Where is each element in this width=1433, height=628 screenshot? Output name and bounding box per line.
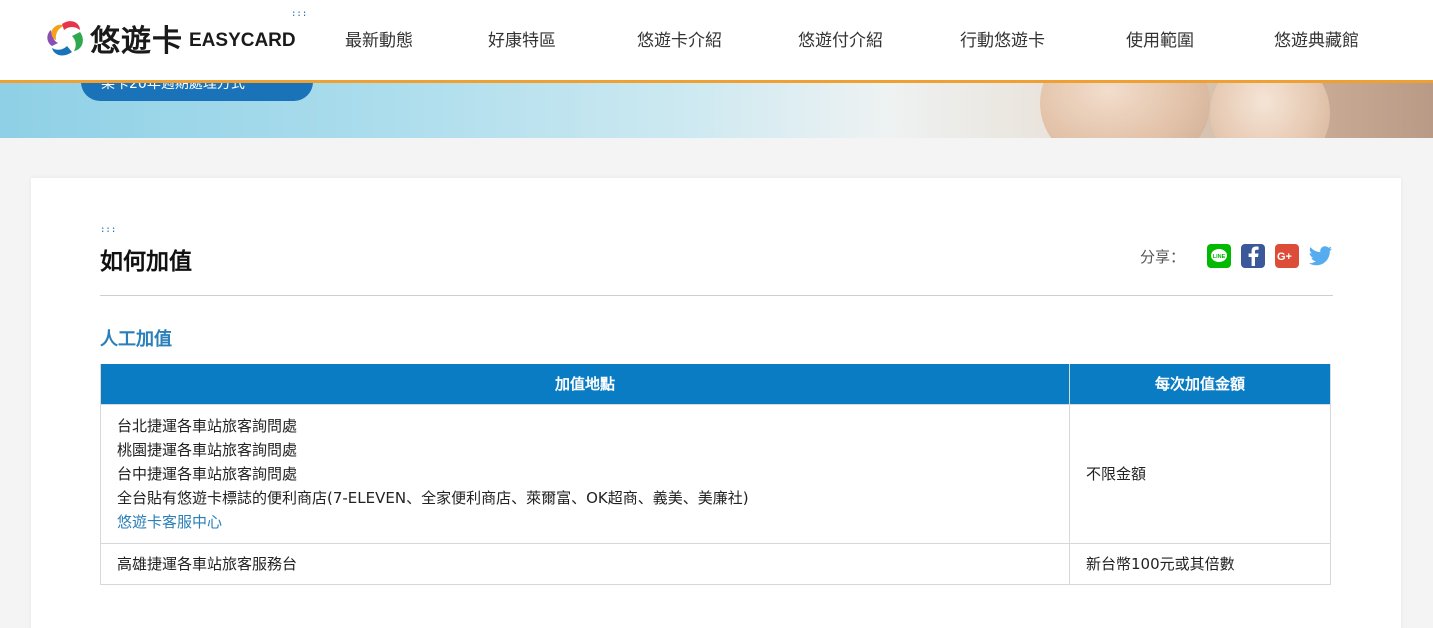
topup-table: 加值地點 每次加值金額 台北捷運各車站旅客詢問處 桃園捷運各車站旅客詢問處 台中… [100,364,1331,585]
table-cell-amount: 不限金額 [1069,403,1331,544]
nav-item-collection[interactable]: 悠遊典藏館 [1274,26,1359,51]
share-bar: 分享： LINE G+ [1140,244,1333,268]
table-row: 高雄捷運各車站旅客服務台 新台幣100元或其倍數 [100,542,1331,585]
nav-item-mobile-card[interactable]: 行動悠遊卡 [960,26,1045,51]
nav-item-news[interactable]: 最新動態 [345,26,413,51]
twitter-icon[interactable] [1309,244,1333,268]
section-title: 人工加值 [100,329,172,350]
table-cell-amount: 新台幣100元或其倍數 [1069,542,1331,585]
svg-text:G+: G+ [1277,251,1292,263]
nav-item-offers[interactable]: 好康特區 [488,26,556,51]
hero-banner: 某卡20年週期處理方式 [0,83,1433,138]
line-icon[interactable]: LINE [1207,244,1231,268]
accesskey-marker[interactable]: ::: [291,10,307,19]
hero-hand-image [1210,83,1330,138]
location-text: 全台貼有悠遊卡標誌的便利商店(7-ELEVEN、全家便利商店、萊爾富、OK超商、… [117,488,749,507]
location-text: 桃園捷運各車站旅客詢問處 [117,440,298,459]
main-nav: 最新動態 好康特區 悠遊卡介紹 悠遊付介紹 行動悠遊卡 使用範圍 悠遊典藏館 [0,26,1433,51]
hero-cta-button[interactable]: 某卡20年週期處理方式 [81,83,313,101]
svg-text:LINE: LINE [1213,254,1226,260]
page-title: 如何加值 [100,249,192,275]
title-divider [100,295,1333,296]
nav-item-usage-scope[interactable]: 使用範圍 [1126,26,1194,51]
table-header-row: 加值地點 每次加值金額 [100,364,1331,405]
table-cell-locations: 台北捷運各車站旅客詢問處 桃園捷運各車站旅客詢問處 台中捷運各車站旅客詢問處 全… [100,403,1070,544]
location-text: 台北捷運各車站旅客詢問處 [117,416,298,435]
customer-service-link[interactable]: 悠遊卡客服中心 [117,510,1053,534]
table-cell-locations: 高雄捷運各車站旅客服務台 [100,542,1070,585]
accesskey-marker[interactable]: ::: [100,226,116,235]
site-header: 悠遊卡 EASYCARD ::: 最新動態 好康特區 悠遊卡介紹 悠遊付介紹 行… [0,0,1433,83]
nav-item-easywallet-intro[interactable]: 悠遊付介紹 [798,26,883,51]
hero-hand-image [1040,83,1210,138]
table-row: 台北捷運各車站旅客詢問處 桃園捷運各車站旅客詢問處 台中捷運各車站旅客詢問處 全… [100,403,1331,544]
nav-item-card-intro[interactable]: 悠遊卡介紹 [637,26,722,51]
table-header-amount: 每次加值金額 [1069,364,1331,405]
facebook-icon[interactable] [1241,244,1265,268]
location-text: 高雄捷運各車站旅客服務台 [117,554,298,573]
table-header-location: 加值地點 [100,364,1070,405]
content-card: ::: 如何加值 分享： LINE G+ 人工加值 加值地點 每次加值金額 台北… [31,178,1401,628]
share-label: 分享： [1139,247,1185,266]
location-text: 台中捷運各車站旅客詢問處 [117,464,298,483]
google-plus-icon[interactable]: G+ [1275,244,1299,268]
